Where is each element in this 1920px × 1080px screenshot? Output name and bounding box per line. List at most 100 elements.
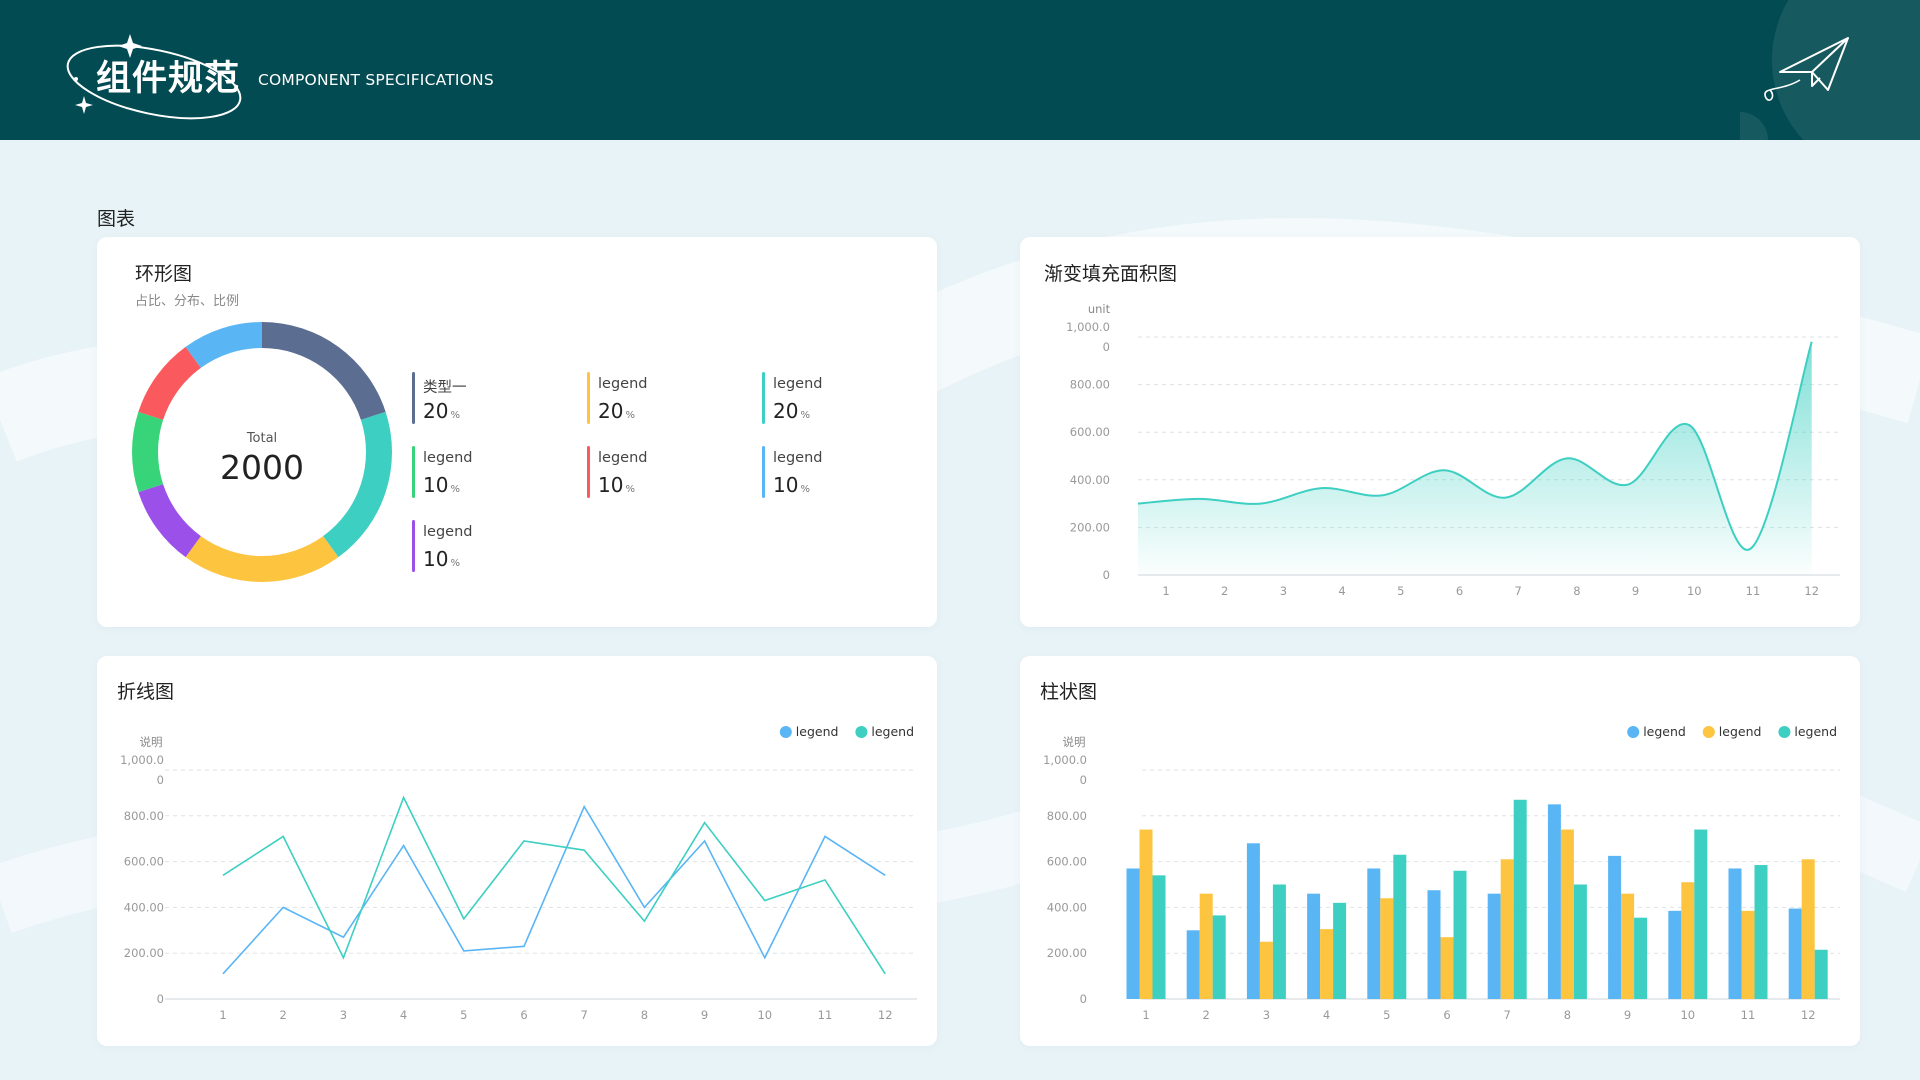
line-chart-card: 折线图 说明 0 200.00 400.00 600.00 800.00 1,000.0 0 1… [97, 656, 937, 1046]
x-tick-label: 10 [1687, 584, 1702, 598]
x-tick-label: 1 [1162, 584, 1169, 598]
y-tick-label: 600.00 [124, 855, 164, 869]
y-tick-label: 0 [1080, 992, 1087, 1006]
x-tick-label: 1 [1142, 1008, 1149, 1022]
bar [1259, 941, 1273, 999]
legend-color-bar [762, 446, 765, 498]
x-tick-label: 10 [1680, 1008, 1695, 1022]
x-tick-label: 8 [1564, 1008, 1571, 1022]
legend-value: 10% [598, 473, 635, 497]
y-tick-label: 600.00 [1047, 855, 1087, 869]
donut-slice-7 [185, 322, 262, 368]
legend-value: 10% [423, 547, 460, 571]
legend-value: 10% [773, 473, 810, 497]
x-tick-label: 9 [1624, 1008, 1631, 1022]
area-chart: unit0200.00400.00600.00800.001,000.001 2 3… [1066, 302, 1840, 598]
line-series-1 [222, 804, 886, 975]
legend-marker [1778, 726, 1791, 738]
bar [1246, 843, 1260, 999]
y-tick-label: 200.00 [1070, 520, 1110, 534]
legend-color-bar [412, 446, 415, 498]
bar [1788, 908, 1802, 999]
legend-label: 类型一 [423, 380, 467, 396]
bar [1668, 910, 1682, 999]
donut-slice-2 [323, 411, 392, 558]
donut-center-value: 2000 [220, 448, 304, 487]
x-tick-label: 9 [1632, 584, 1639, 598]
y-axis-label: 说明 [1063, 735, 1086, 749]
bar [1681, 882, 1695, 999]
bar [1754, 865, 1768, 999]
donut-legend-item: legend 20% [762, 372, 912, 432]
donut-legend-item: legend 10% [412, 446, 562, 506]
legend-marker [1627, 726, 1640, 738]
x-tick-label: 10 [757, 1008, 772, 1022]
x-tick-label: 6 [1456, 584, 1463, 598]
bar [1608, 855, 1622, 999]
bar [1186, 930, 1200, 999]
legend-label: legend [796, 724, 839, 739]
y-axis-label: unit [1088, 302, 1111, 316]
bar [1814, 949, 1828, 999]
legend-label: legend [871, 724, 914, 739]
x-tick-label: 3 [1263, 1008, 1270, 1022]
legend-color-bar [587, 446, 590, 498]
legend-label: legend [773, 376, 823, 392]
bar [1547, 804, 1561, 999]
legend-color-bar [587, 372, 590, 424]
y-tick-label: 800.00 [124, 809, 164, 823]
y-tick-label: 400.00 [124, 900, 164, 914]
section-title: 图表 [97, 208, 136, 230]
donut-legend-item: legend 10% [587, 446, 737, 506]
x-tick-label: 1 [219, 1008, 226, 1022]
x-tick-label: 11 [1746, 584, 1761, 598]
x-tick-label: 5 [1383, 1008, 1390, 1022]
y-tick-label: 0 [157, 992, 164, 1006]
x-tick-label: 7 [1504, 1008, 1511, 1022]
donut-legend-item: legend 10% [762, 446, 912, 506]
y-tick-label: 800.00 [1047, 809, 1087, 823]
x-tick-label: 8 [641, 1008, 648, 1022]
x-tick-label: 6 [520, 1008, 527, 1022]
bar [1741, 910, 1755, 999]
x-tick-label: 4 [1338, 584, 1345, 598]
legend-label: legend [1794, 724, 1837, 739]
donut-slice-6 [138, 346, 201, 420]
x-tick-label: 3 [1280, 584, 1287, 598]
header-subtitle: COMPONENT SPECIFICATIONS [258, 71, 494, 89]
line-chart: 说明0200.00400.00600.00800.001,000.001 2 3 4 5… [120, 724, 917, 1022]
bar [1333, 902, 1347, 999]
x-tick-label: 11 [818, 1008, 833, 1022]
bar [1560, 829, 1574, 999]
legend-marker [1702, 726, 1715, 738]
bar [1487, 893, 1501, 999]
bar [1573, 884, 1587, 999]
donut-legend-item: 类型一 20% [412, 372, 562, 432]
bar [1513, 799, 1527, 999]
legend-label: legend [423, 450, 473, 466]
x-tick-label: 6 [1443, 1008, 1450, 1022]
bar [1453, 870, 1467, 999]
donut-slice-3 [185, 536, 339, 582]
y-tick-label: 0 [1080, 773, 1087, 787]
donut-legend-item: legend 20% [587, 372, 737, 432]
y-tick-label: 1,000.0 [1043, 753, 1087, 767]
legend-value: 20% [773, 399, 810, 423]
bar [1380, 898, 1394, 999]
legend-value: 10% [423, 473, 460, 497]
y-tick-label: 800.00 [1070, 378, 1110, 392]
x-tick-label: 4 [1323, 1008, 1330, 1022]
y-tick-label: 0 [1103, 340, 1110, 354]
legend-label: legend [423, 524, 473, 540]
legend-marker [855, 726, 868, 738]
y-tick-label: 0 [157, 773, 164, 787]
donut-chart-card: 环形图 占比、分布、比例 Total 2000 类型一 20% legend 20% l… [97, 237, 937, 627]
y-tick-label: 200.00 [1047, 946, 1087, 960]
y-tick-label: 0 [1103, 568, 1110, 582]
bar [1634, 917, 1648, 999]
x-tick-label: 12 [878, 1008, 893, 1022]
bar [1272, 884, 1286, 999]
legend-label: legend [1643, 724, 1686, 739]
x-tick-label: 8 [1573, 584, 1580, 598]
x-tick-label: 3 [340, 1008, 347, 1022]
